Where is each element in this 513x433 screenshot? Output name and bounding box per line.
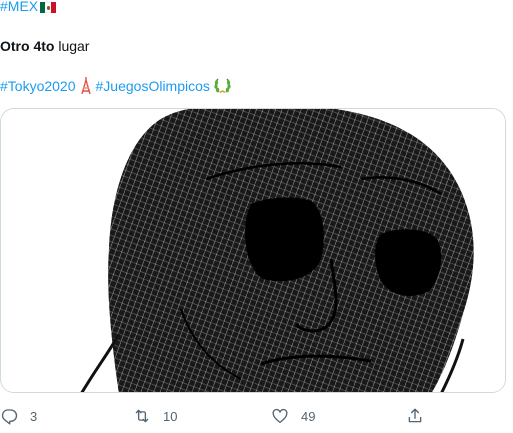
- reply-icon: [1, 409, 18, 425]
- wojak-face-sketch-image: [1, 109, 505, 392]
- like-count: 49: [301, 408, 316, 424]
- hashtag-tokyo-link[interactable]: #Tokyo2020: [0, 78, 76, 94]
- tweet-actions: 3 10 49: [0, 405, 513, 427]
- share-button[interactable]: [406, 405, 424, 427]
- share-icon: [408, 408, 422, 423]
- hashtag-mex-link[interactable]: #MEX: [0, 0, 38, 14]
- hashtag-juegos-link[interactable]: #JuegosOlimpicos: [96, 78, 210, 94]
- like-button[interactable]: 49: [271, 405, 315, 427]
- retweet-icon: [135, 409, 149, 423]
- retweet-count: 10: [163, 408, 178, 424]
- tokyo-tower-icon: [80, 77, 92, 98]
- reply-button[interactable]: 3: [0, 405, 37, 427]
- tweet-text-rest: lugar: [54, 38, 90, 54]
- heart-icon: [272, 408, 288, 424]
- reply-count: 3: [30, 408, 38, 424]
- mexico-flag-icon: [40, 2, 57, 13]
- tweet-text-bold: Otro 4to: [0, 38, 55, 54]
- tweet-media-image[interactable]: [0, 108, 506, 393]
- tweet-text: Otro 4to lugar: [0, 37, 89, 55]
- retweet-button[interactable]: 10: [133, 405, 177, 427]
- laurel-wreath-icon: [214, 77, 231, 98]
- tweet-line-hashtags: #Tokyo2020 #JuegosOlimpicos: [0, 77, 235, 98]
- tweet-line-hashtag-mex: #MEX: [0, 0, 57, 15]
